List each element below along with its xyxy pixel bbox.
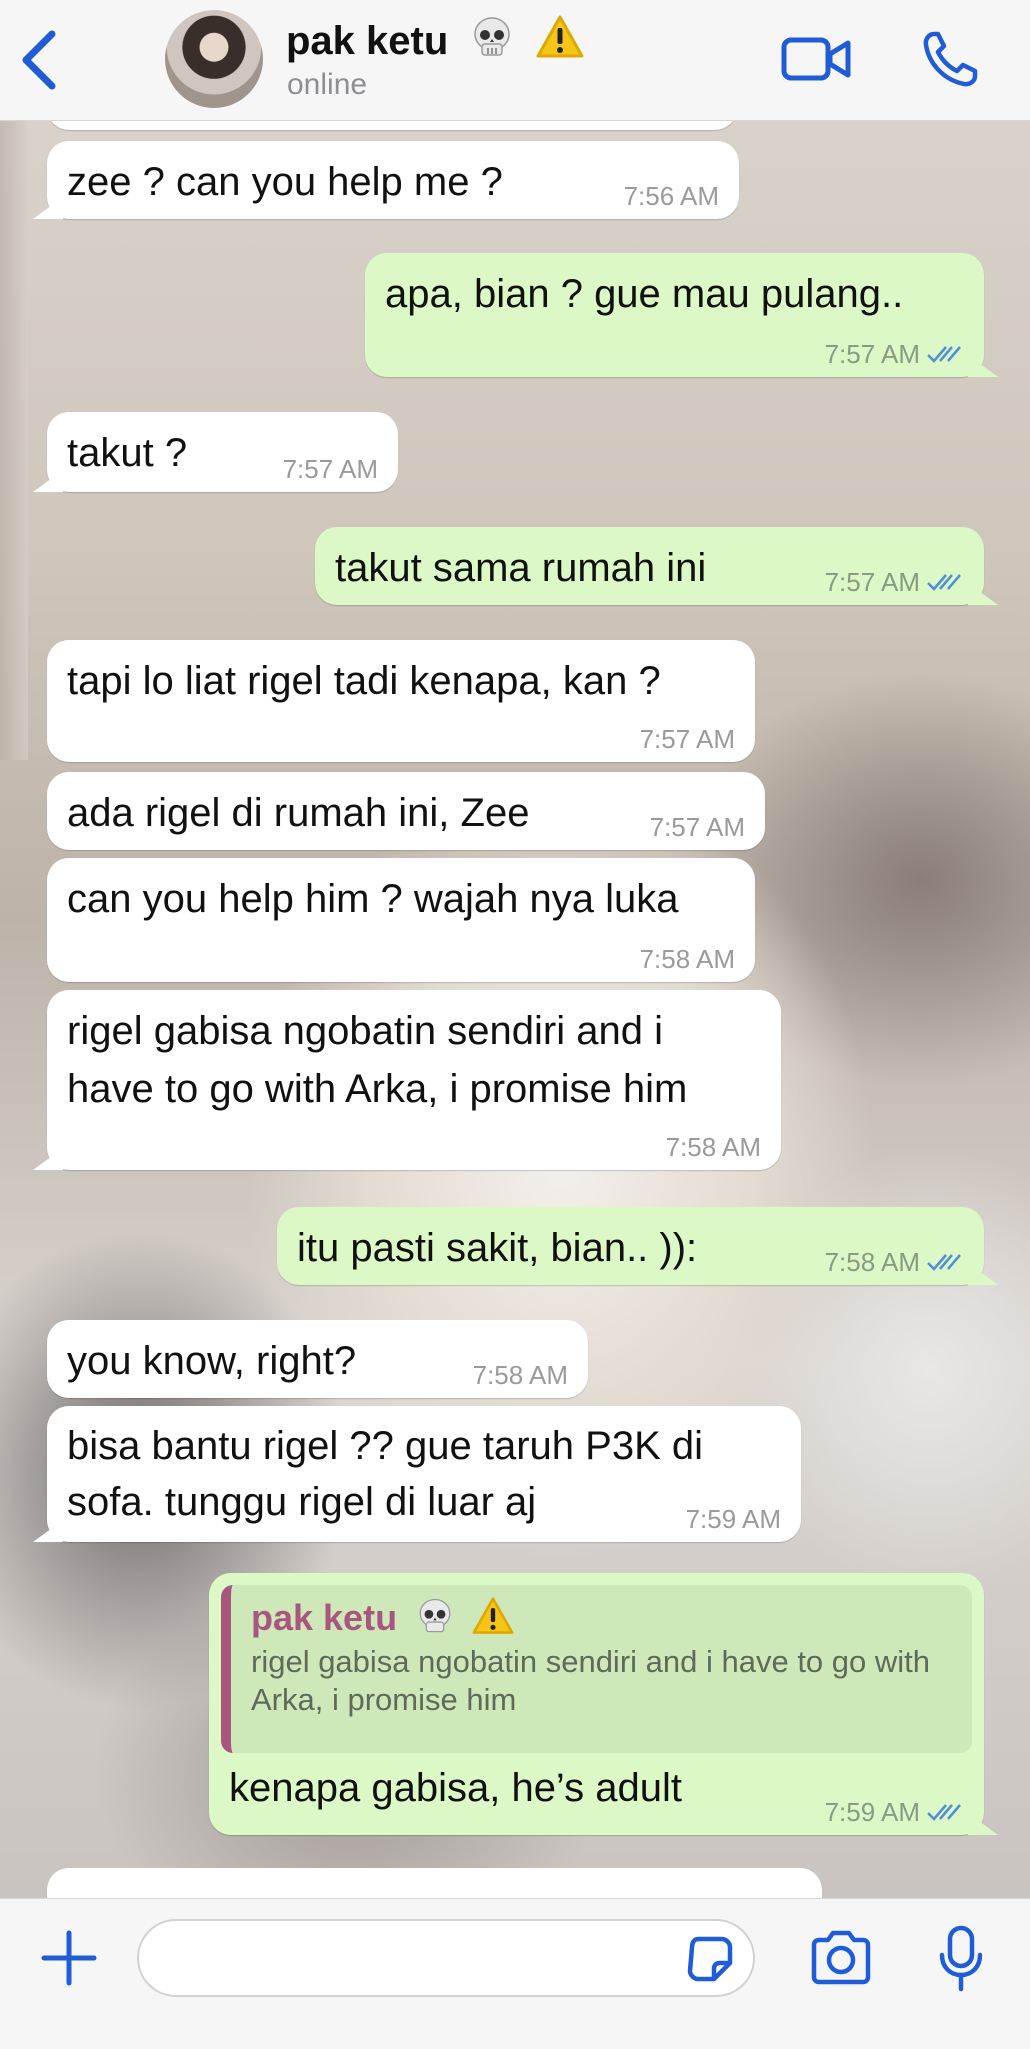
wallpaper-detail (0, 120, 28, 760)
message-time: 7:57 AM (649, 812, 745, 842)
message-bubble-incoming[interactable]: can you help him ? wajah nya luka 7:58 A… (47, 858, 755, 982)
message-text: tapi lo liat rigel tadi kenapa, kan ? (67, 659, 661, 703)
quoted-message[interactable]: pak ketu rigel gabisa ngobatin sendiri a… (221, 1585, 972, 1753)
message-time: 7:57 AM (639, 724, 735, 754)
warning-emoji (472, 1597, 514, 1634)
sticker-icon[interactable] (684, 1933, 736, 1985)
message-time: 7:57 AM (825, 339, 964, 369)
message-time: 7:56 AM (623, 181, 719, 211)
message-bubble-incoming[interactable]: takut ? 7:57 AM (47, 412, 398, 492)
message-time: 7:57 AM (825, 567, 964, 597)
message-text: zee ? can you help me ? (67, 160, 503, 204)
double-check-icon (927, 346, 961, 363)
quoted-message-author: pak ketu (251, 1593, 952, 1643)
message-time: 7:58 AM (825, 1247, 964, 1277)
message-bubble-outgoing[interactable]: itu pasti sakit, bian.. )): 7:58 AM (277, 1207, 984, 1285)
message-bubble-incoming[interactable]: ada rigel di rumah ini, Zee 7:57 AM (47, 772, 765, 850)
message-time: 7:58 AM (472, 1360, 568, 1390)
quoted-message-text: rigel gabisa ngobatin sendiri and i have… (251, 1644, 931, 1717)
message-bubble-incoming[interactable]: bisa bantu rigel ?? gue taruh P3K di sof… (47, 1406, 801, 1542)
phone-icon[interactable] (920, 28, 980, 90)
double-check-icon (927, 1804, 961, 1821)
message-bubble-outgoing-reply[interactable]: pak ketu rigel gabisa ngobatin sendiri a… (209, 1573, 984, 1835)
contact-name-row[interactable]: pak ketu (286, 14, 585, 64)
message-time: 7:59 AM (685, 1504, 781, 1534)
message-bubble-outgoing[interactable]: takut sama rumah ini 7:57 AM (315, 527, 984, 605)
camera-icon[interactable] (808, 1929, 874, 1987)
message-time: 7:58 AM (639, 944, 735, 974)
skull-emoji (474, 17, 511, 56)
message-time: 7:57 AM (282, 454, 378, 484)
microphone-icon[interactable] (938, 1925, 984, 1993)
message-text: bisa bantu rigel ?? gue taruh P3K di sof… (67, 1424, 703, 1524)
message-text: rigel gabisa ngobatin sendiri and i have… (67, 1009, 688, 1111)
message-text: apa, bian ? gue mau pulang.. (385, 272, 904, 316)
message-text: can you help him ? wajah nya luka (67, 877, 679, 921)
chevron-left-icon[interactable] (18, 28, 62, 92)
composer-bar (0, 1898, 1030, 2049)
message-bubble-outgoing[interactable]: apa, bian ? gue mau pulang.. 7:57 AM (365, 253, 984, 377)
contact-name: pak ketu (286, 19, 449, 63)
avatar[interactable] (165, 10, 263, 108)
message-bubble-incoming[interactable]: you know, right? 7:58 AM (47, 1320, 588, 1398)
message-input[interactable] (137, 1919, 755, 1997)
chat-header: pak ketu online (0, 0, 1030, 121)
message-text: ada rigel di rumah ini, Zee (67, 791, 530, 835)
skull-emoji (419, 1598, 451, 1633)
contact-status: online (287, 68, 368, 101)
double-check-icon (927, 574, 961, 591)
message-time: 7:59 AM (825, 1797, 964, 1827)
message-bubble-incoming[interactable]: tapi lo liat rigel tadi kenapa, kan ? 7:… (47, 640, 755, 762)
double-check-icon (927, 1254, 961, 1271)
video-camera-icon[interactable] (780, 30, 852, 88)
message-bubble-incoming[interactable]: zee ? can you help me ? 7:56 AM (47, 141, 739, 219)
message-bubble-incoming[interactable]: rigel gabisa ngobatin sendiri and i have… (47, 990, 781, 1170)
message-time: 7:58 AM (665, 1132, 761, 1162)
plus-icon[interactable] (40, 1929, 98, 1987)
message-text: kenapa gabisa, he’s adult (229, 1766, 682, 1810)
warning-emoji (536, 15, 584, 58)
